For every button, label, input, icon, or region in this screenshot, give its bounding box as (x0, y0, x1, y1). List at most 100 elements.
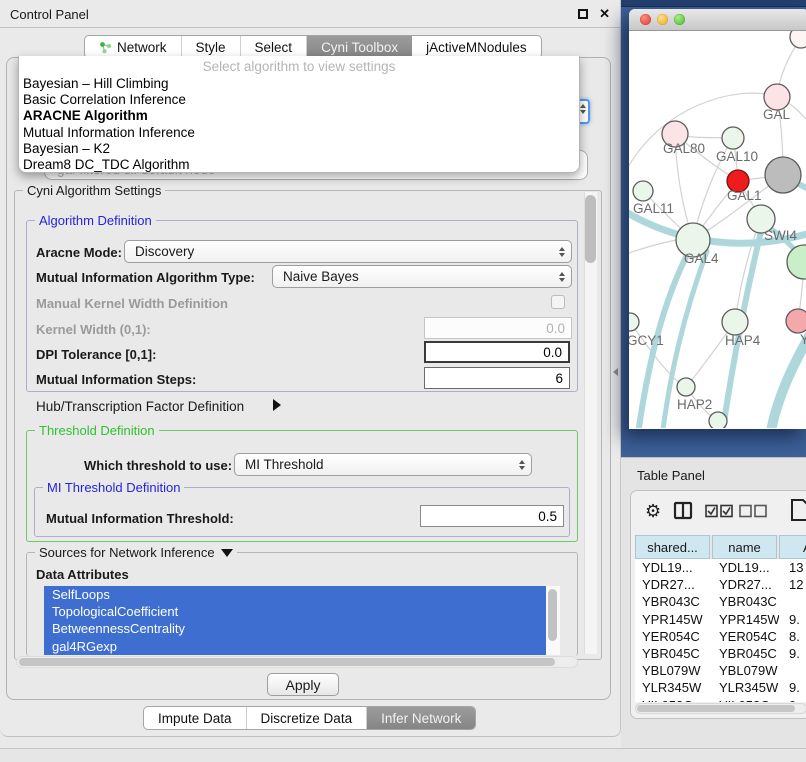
cell[interactable]: YDL19... (635, 559, 712, 576)
cell[interactable]: YDR27... (635, 576, 712, 593)
document-icon[interactable] (789, 498, 806, 522)
tab-discretize-data[interactable]: Discretize Data (247, 707, 368, 729)
dropdown-item[interactable]: Basic Correlation Inference (19, 92, 579, 108)
table-row[interactable]: YER054C YER054C 8. (635, 628, 806, 645)
table-body[interactable]: YDL19... YDL19... 13 YDR27... YDR27... 1… (635, 559, 806, 702)
attribute-item[interactable]: TopologicalCoefficient (44, 603, 546, 620)
table-row[interactable]: YBL079W YBL079W (635, 662, 806, 679)
dropdown-item[interactable]: Bayesian – K2 (19, 141, 579, 157)
node-bright-green[interactable] (787, 245, 806, 279)
minimize-traffic-light-icon[interactable] (657, 14, 668, 25)
which-threshold-combo[interactable]: MI Threshold (234, 453, 532, 476)
cell[interactable]: 12 (779, 576, 806, 593)
node[interactable] (709, 412, 727, 428)
node-gcy1[interactable] (629, 313, 639, 331)
node-label: SWI4 (764, 228, 797, 243)
cell[interactable]: 8. (779, 628, 806, 645)
dpi-tolerance-field[interactable] (424, 341, 570, 363)
cell[interactable]: YIL053C (635, 697, 712, 703)
cell[interactable]: YLR345W (635, 679, 712, 696)
table-row[interactable]: YBR045C YBR045C 9. (635, 645, 806, 662)
attribute-item[interactable]: SelfLoops (44, 586, 546, 603)
column-header-shared-name[interactable]: shared... (635, 535, 710, 559)
tab-network[interactable]: Network (85, 36, 182, 58)
node-hap4[interactable] (722, 309, 748, 335)
dropdown-item[interactable]: Bayesian – Hill Climbing (19, 76, 579, 92)
dropdown-item-selected[interactable]: ARACNE Algorithm (19, 108, 579, 124)
table-row[interactable]: YDL19... YDL19... 13 (635, 559, 806, 576)
cell[interactable]: YBL079W (712, 662, 779, 679)
node-gray-hub[interactable] (765, 157, 801, 193)
table-horizontal-scrollbar[interactable] (635, 703, 806, 714)
unchecked-boxes-icon[interactable] (739, 504, 767, 518)
network-canvas[interactable]: GAL GAL80 GAL10 GAL11 GAL1 SWI4 GAL4 GCY… (629, 31, 806, 428)
aracne-mode-combo[interactable]: Discovery (124, 240, 572, 263)
cell[interactable]: YIL053C (712, 697, 779, 703)
node-salmon[interactable] (786, 309, 806, 333)
cell[interactable]: 9. (779, 679, 806, 696)
cell[interactable]: 9. (779, 611, 806, 628)
cell[interactable] (779, 662, 806, 679)
cell[interactable]: YBR045C (635, 645, 712, 662)
table-hscrollbar-thumb[interactable] (637, 705, 795, 712)
checked-boxes-icon[interactable] (705, 504, 733, 518)
close-traffic-light-icon[interactable] (640, 14, 651, 25)
settings-hscrollbar-thumb[interactable] (19, 658, 555, 666)
settings-horizontal-scrollbar[interactable] (16, 656, 578, 668)
cell[interactable]: YDR27... (712, 576, 779, 593)
dropdown-item[interactable]: Dream8 DC_TDC Algorithm (19, 157, 579, 173)
table-row[interactable]: YDR27... YDR27... 12 (635, 576, 806, 593)
cell[interactable]: YBL079W (635, 662, 712, 679)
cell[interactable]: YBR045C (712, 645, 779, 662)
mi-steps-field[interactable] (424, 367, 570, 389)
tab-cyni-toolbox[interactable]: Cyni Toolbox (307, 36, 412, 58)
cell[interactable]: YLR345W (712, 679, 779, 696)
cell[interactable]: 9. (779, 645, 806, 662)
table-row[interactable]: YBR043C YBR043C (635, 593, 806, 610)
tab-jactivemnodules[interactable]: jActiveMNodules (412, 36, 541, 58)
tab-select[interactable]: Select (241, 36, 308, 58)
cell[interactable]: YBR043C (712, 593, 779, 610)
kernel-width-field[interactable] (424, 317, 572, 339)
node-gal11[interactable] (633, 181, 653, 201)
column-header-name[interactable]: name (712, 535, 777, 559)
cell[interactable]: 9. (779, 697, 806, 703)
panel-splitter-handle[interactable] (613, 368, 618, 376)
node-gal10[interactable] (722, 127, 744, 149)
node[interactable] (790, 31, 806, 48)
attributes-scrollbar[interactable] (546, 586, 560, 655)
settings-scrollbar-thumb[interactable] (585, 195, 596, 263)
gear-icon[interactable]: ⚙ (645, 500, 661, 522)
collapse-down-icon[interactable] (221, 549, 233, 557)
apply-button[interactable]: Apply (267, 673, 339, 696)
float-window-icon[interactable] (578, 9, 588, 19)
node-hap2[interactable] (677, 378, 695, 396)
cell[interactable]: YBR043C (635, 593, 712, 610)
table-row[interactable]: YLR345W YLR345W 9. (635, 679, 806, 696)
attribute-item[interactable]: BetweennessCentrality (44, 620, 546, 637)
mi-type-combo[interactable]: Naive Bayes (272, 265, 572, 288)
cell[interactable]: 13 (779, 559, 806, 576)
cell[interactable]: YPR145W (712, 611, 779, 628)
tab-impute-data[interactable]: Impute Data (144, 707, 247, 729)
table-row[interactable]: YIL053C YIL053C 9. (635, 697, 806, 703)
split-columns-icon[interactable] (673, 501, 693, 521)
cell[interactable]: YDL19... (712, 559, 779, 576)
zoom-traffic-light-icon[interactable] (674, 14, 685, 25)
attributes-scrollbar-thumb[interactable] (548, 589, 557, 641)
mi-threshold-field[interactable] (420, 505, 564, 527)
cell[interactable]: YPR145W (635, 611, 712, 628)
dropdown-item[interactable]: Mutual Information Inference (19, 125, 579, 141)
network-window-titlebar[interactable] (629, 9, 806, 31)
expand-right-icon[interactable] (273, 399, 281, 411)
table-row[interactable]: YPR145W YPR145W 9. (635, 611, 806, 628)
cell[interactable] (779, 593, 806, 610)
attribute-item[interactable]: gal4RGexp (44, 638, 546, 655)
cell[interactable]: YER054C (635, 628, 712, 645)
tab-infer-network[interactable]: Infer Network (367, 707, 475, 729)
column-header-partial[interactable]: A (779, 535, 806, 559)
cell[interactable]: YER054C (712, 628, 779, 645)
tab-style[interactable]: Style (182, 36, 241, 58)
close-icon[interactable]: ✕ (599, 6, 610, 22)
manual-kernel-checkbox[interactable] (551, 295, 565, 309)
